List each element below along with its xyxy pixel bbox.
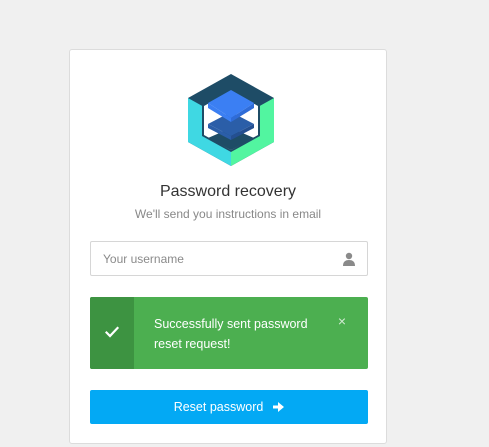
success-alert: Successfully sent password reset request… bbox=[90, 297, 368, 369]
page-subtitle: We'll send you instructions in email bbox=[134, 207, 322, 221]
alert-message: Successfully sent password reset request… bbox=[154, 317, 308, 351]
alert-icon-area bbox=[90, 297, 134, 369]
password-recovery-card: Password recovery We'll send you instruc… bbox=[69, 49, 387, 444]
check-icon bbox=[105, 326, 119, 338]
layered-cube-logo-icon bbox=[188, 74, 274, 166]
username-input[interactable] bbox=[91, 242, 343, 275]
arrow-right-icon bbox=[273, 402, 285, 412]
user-icon bbox=[343, 252, 355, 266]
close-icon[interactable]: × bbox=[336, 314, 348, 328]
reset-password-button[interactable]: Reset password bbox=[90, 390, 368, 424]
reset-password-label: Reset password bbox=[173, 400, 264, 414]
page-title: Password recovery bbox=[159, 183, 297, 200]
username-field bbox=[90, 241, 368, 276]
